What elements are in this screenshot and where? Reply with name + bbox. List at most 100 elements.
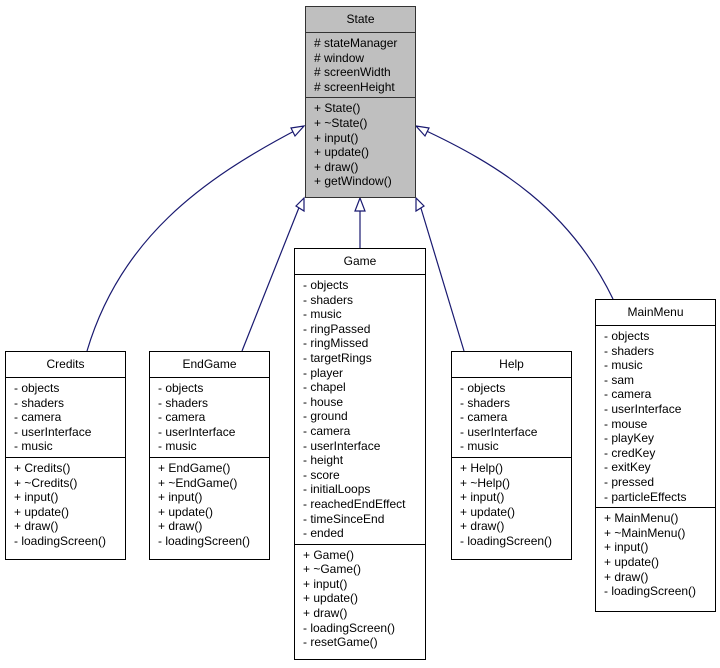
attribute-row: - shaders xyxy=(604,343,655,358)
attribute-row: - playKey xyxy=(604,431,655,446)
attribute-row: - ringPassed xyxy=(303,321,371,336)
attribute-row: - chapel xyxy=(303,380,346,395)
attribute-row: - objects xyxy=(460,381,506,395)
class-name: Credits xyxy=(6,352,125,378)
arrowhead-endgame xyxy=(295,196,305,213)
class-game[interactable]: Game - objects - shaders - music - ringPass… xyxy=(294,248,426,660)
method-row: + draw() xyxy=(314,159,359,174)
attribute-row: - userInterface xyxy=(158,424,236,439)
attribute-row: - userInterface xyxy=(303,438,381,453)
method-row: + draw() xyxy=(158,519,203,534)
attributes-section: - objects - shaders - music - sam - camera - … xyxy=(596,326,715,509)
method-row: + Game() xyxy=(303,547,355,562)
attribute-row: - userInterface xyxy=(604,401,682,416)
attributes-section: - objects - shaders - camera - userInterfac… xyxy=(452,378,571,458)
attribute-row: - camera xyxy=(460,410,508,425)
method-row: + State() xyxy=(314,101,361,116)
method-row: - loadingScreen() xyxy=(14,533,107,548)
method-row: + ~State() xyxy=(314,115,368,130)
method-row: + draw() xyxy=(604,569,649,584)
attribute-row: - initialLoops xyxy=(303,482,371,497)
attribute-row: - userInterface xyxy=(460,424,538,439)
class-state[interactable]: State # stateManager # window # screenWidt… xyxy=(305,6,416,198)
class-name: MainMenu xyxy=(596,300,715,326)
class-endgame[interactable]: EndGame - objects - shaders - camera - user… xyxy=(149,351,270,560)
attribute-row: - music xyxy=(303,307,342,322)
attributes-section: - objects - shaders - camera - userInterfac… xyxy=(150,378,269,458)
attribute-row: - objects xyxy=(604,329,650,343)
method-row: + ~Credits() xyxy=(14,475,78,490)
arrowhead-game xyxy=(354,196,366,212)
methods-section: + State() + ~State() + input() + update() + … xyxy=(306,98,415,192)
method-row: + ~Game() xyxy=(303,562,362,577)
attribute-row: - userInterface xyxy=(14,424,92,439)
methods-section: + EndGame() + ~EndGame() + input() + update… xyxy=(150,458,269,552)
attribute-row: - shaders xyxy=(460,395,511,410)
method-row: + input() xyxy=(303,576,348,591)
method-row: + update() xyxy=(303,591,359,606)
attribute-row: - camera xyxy=(604,387,652,402)
class-name: State xyxy=(306,7,415,33)
method-row: + input() xyxy=(460,490,505,505)
method-row: - loadingScreen() xyxy=(460,533,553,548)
method-row: + MainMenu() xyxy=(604,511,679,526)
class-mainmenu[interactable]: MainMenu - objects - shaders - music - sam -… xyxy=(595,299,716,612)
attribute-row: - targetRings xyxy=(303,350,372,365)
attribute-row: - objects xyxy=(303,278,349,292)
class-credits[interactable]: Credits - objects - shaders - camera - user… xyxy=(5,351,126,560)
method-row: - loadingScreen() xyxy=(158,533,251,548)
class-name: Help xyxy=(452,352,571,378)
method-row: + update() xyxy=(14,504,70,519)
attributes-section: - objects - shaders - music - ringPassed - r… xyxy=(295,275,425,545)
attribute-row: - shaders xyxy=(158,395,209,410)
method-row: + ~EndGame() xyxy=(158,475,238,490)
attribute-row: - score xyxy=(303,467,340,482)
attribute-row: - ringMissed xyxy=(303,336,369,351)
attribute-row: - mouse xyxy=(604,416,648,431)
attribute-row: - ground xyxy=(303,409,348,424)
attribute-row: - objects xyxy=(14,381,60,395)
methods-section: + Game() + ~Game() + input() + update() + dr… xyxy=(295,545,425,653)
class-help[interactable]: Help - objects - shaders - camera - userInt… xyxy=(451,351,572,560)
methods-section: + Help() + ~Help() + input() + update() + dr… xyxy=(452,458,571,552)
method-row: + input() xyxy=(14,490,59,505)
attribute-row: # window xyxy=(314,50,365,65)
methods-section: + MainMenu() + ~MainMenu() + input() + upda… xyxy=(596,508,715,602)
attribute-row: # screenWidth xyxy=(314,65,391,80)
method-row: + EndGame() xyxy=(158,460,231,475)
method-row: + draw() xyxy=(460,519,505,534)
attribute-row: - music xyxy=(604,358,643,373)
method-row: + input() xyxy=(314,130,359,145)
attribute-row: - camera xyxy=(303,423,351,438)
attribute-row: # stateManager xyxy=(314,36,398,50)
method-row: - loadingScreen() xyxy=(604,584,697,599)
attribute-row: - height xyxy=(303,453,344,468)
attribute-row: - credKey xyxy=(604,445,656,460)
method-row: - loadingScreen() xyxy=(303,620,396,635)
attribute-row: - reachedEndEffect xyxy=(303,496,406,511)
attribute-row: - music xyxy=(158,439,197,454)
method-row: + update() xyxy=(604,554,660,569)
attribute-row: - camera xyxy=(14,410,62,425)
class-name: EndGame xyxy=(150,352,269,378)
method-row: + ~Help() xyxy=(460,475,511,490)
method-row: + update() xyxy=(158,504,214,519)
attribute-row: - timeSinceEnd xyxy=(303,511,385,526)
edge-credits-to-state xyxy=(86,127,301,352)
attributes-section: - objects - shaders - camera - userInterfac… xyxy=(6,378,125,458)
edge-help-to-state xyxy=(419,204,465,352)
method-row: + update() xyxy=(314,145,370,160)
method-row: + update() xyxy=(460,504,516,519)
method-row: + draw() xyxy=(303,606,348,621)
attribute-row: - shaders xyxy=(303,292,354,307)
attributes-section: # stateManager # window # screenWidth # scr… xyxy=(306,33,415,99)
attribute-row: - music xyxy=(460,439,499,454)
method-row: + Credits() xyxy=(14,460,71,475)
arrowhead-mainmenu xyxy=(414,125,430,138)
method-row: - resetGame() xyxy=(303,635,378,650)
method-row: + input() xyxy=(604,540,649,555)
method-row: + draw() xyxy=(14,519,59,534)
attribute-row: - ended xyxy=(303,526,344,541)
class-name: Game xyxy=(295,249,425,275)
method-row: + input() xyxy=(158,490,203,505)
